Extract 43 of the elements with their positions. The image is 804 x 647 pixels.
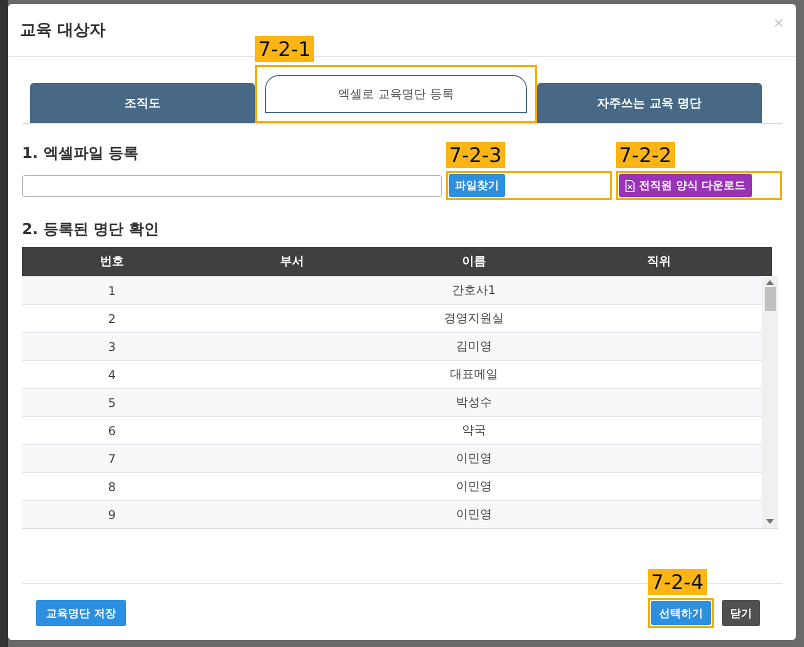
download-template-button[interactable]: 전직원 양식 다운로드 bbox=[619, 174, 752, 197]
table-cell-text: 7 bbox=[107, 452, 117, 466]
table-cell-text: 간호사1 bbox=[451, 282, 497, 299]
table-cell-text: 2 bbox=[107, 312, 117, 326]
table-cell-text: 경영지원실 bbox=[443, 310, 505, 327]
table-cell-text: 1 bbox=[107, 284, 117, 298]
column-header: 번호 bbox=[99, 253, 125, 270]
table-cell-text: 이민영 bbox=[455, 506, 493, 523]
callout-label: 7-2-1 bbox=[255, 36, 314, 62]
table-cell-text: 6 bbox=[107, 424, 117, 438]
section-heading: 2. 등록된 명단 확인 bbox=[22, 220, 159, 239]
table-cell-text: 대표메일 bbox=[449, 366, 499, 383]
tab[interactable]: 자주쓰는 교육 명단 bbox=[536, 83, 762, 123]
table-cell-text: 9 bbox=[107, 508, 117, 522]
table-cell-text: 김미영 bbox=[455, 338, 493, 355]
find-file-button[interactable]: 파일찾기 bbox=[449, 174, 505, 197]
select-button[interactable]: 선택하기 bbox=[651, 601, 711, 625]
column-header: 이름 bbox=[461, 253, 487, 270]
scroll-thumb[interactable] bbox=[764, 287, 776, 311]
table-cell-text: 4 bbox=[107, 368, 117, 382]
tab[interactable]: 조직도 bbox=[30, 83, 256, 123]
callout-label: 7-2-4 bbox=[648, 569, 707, 595]
table-cell-text: 5 bbox=[107, 396, 117, 410]
table-cell-text: 약국 bbox=[461, 422, 487, 439]
file-path-field[interactable] bbox=[22, 174, 442, 196]
table-cell-text: 이민영 bbox=[455, 450, 493, 467]
scrollbar[interactable] bbox=[762, 276, 778, 528]
scroll-up-icon[interactable] bbox=[766, 280, 774, 285]
table-cell-text: 8 bbox=[107, 480, 117, 494]
excel-file-icon bbox=[625, 180, 635, 192]
save-list-button[interactable]: 교육명단 저장 bbox=[36, 600, 126, 626]
section-heading: 1. 엑셀파일 등록 bbox=[22, 144, 139, 163]
tab[interactable]: 엑셀로 교육명단 등록 bbox=[265, 75, 527, 113]
column-header: 부서 bbox=[279, 253, 305, 270]
close-dialog-button[interactable]: 닫기 bbox=[722, 600, 760, 626]
column-header: 직위 bbox=[646, 253, 672, 270]
table-cell-text: 박성수 bbox=[455, 394, 493, 411]
table-cell-text: 3 bbox=[107, 340, 117, 354]
dialog-title: 교육 대상자 bbox=[20, 20, 106, 40]
callout-label: 7-2-2 bbox=[616, 142, 675, 168]
callout-label: 7-2-3 bbox=[446, 142, 505, 168]
scroll-down-icon[interactable] bbox=[766, 519, 774, 524]
table-cell-text: 이민영 bbox=[455, 478, 493, 495]
